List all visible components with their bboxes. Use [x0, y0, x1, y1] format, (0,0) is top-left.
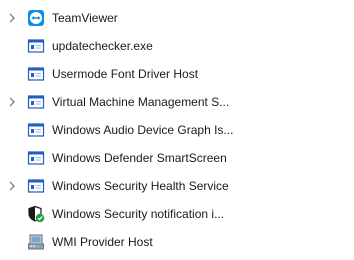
shield-check-icon [27, 205, 45, 223]
process-row-windows-defender-smartscreen[interactable]: Windows Defender SmartScreen [0, 144, 354, 172]
process-name: TeamViewer [52, 11, 118, 25]
process-name: Usermode Font Driver Host [52, 67, 199, 81]
process-name: WMI Provider Host [52, 235, 153, 249]
process-row-teamviewer[interactable]: TeamViewer [0, 4, 354, 32]
process-list: TeamViewer updatechecker.exe Usermode Fo… [0, 0, 354, 260]
expand-chevron-icon[interactable] [7, 97, 17, 107]
app-window-icon [27, 177, 45, 195]
expand-chevron-icon[interactable] [7, 181, 17, 191]
app-window-icon [27, 37, 45, 55]
process-name: Windows Security notification i... [52, 207, 225, 221]
app-window-icon [27, 93, 45, 111]
app-window-icon [27, 149, 45, 167]
process-row-windows-audio-device-graph[interactable]: Windows Audio Device Graph Is... [0, 116, 354, 144]
expand-chevron-icon[interactable] [7, 13, 17, 23]
process-row-usermode-font-driver-host[interactable]: Usermode Font Driver Host [0, 60, 354, 88]
app-window-icon [27, 121, 45, 139]
wmi-host-icon [27, 233, 45, 251]
process-row-windows-security-notification[interactable]: Windows Security notification i... [0, 200, 354, 228]
process-row-virtual-machine-management[interactable]: Virtual Machine Management S... [0, 88, 354, 116]
process-row-updatechecker[interactable]: updatechecker.exe [0, 32, 354, 60]
teamviewer-icon [27, 9, 45, 27]
process-row-wmi-provider-host[interactable]: WMI Provider Host [0, 228, 354, 256]
process-name: Windows Audio Device Graph Is... [52, 123, 234, 137]
process-name: Windows Defender SmartScreen [52, 151, 227, 165]
process-name: Virtual Machine Management S... [52, 95, 230, 109]
process-row-windows-security-health-service[interactable]: Windows Security Health Service [0, 172, 354, 200]
app-window-icon [27, 65, 45, 83]
process-name: Windows Security Health Service [52, 179, 229, 193]
process-name: updatechecker.exe [52, 39, 153, 53]
